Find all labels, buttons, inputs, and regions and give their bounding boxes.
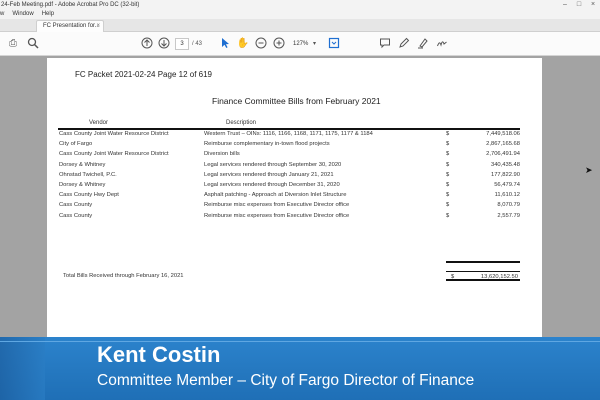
vendor-cell: Cass County Joint Water Resource Distric…: [59, 131, 169, 137]
window-controls: – □ ×: [558, 0, 600, 10]
total-amount: 13,620,152.50: [480, 274, 518, 280]
zoom-out-icon[interactable]: [254, 37, 268, 51]
packet-header: FC Packet 2021-02-24 Page 12 of 619: [75, 70, 212, 79]
table-row: Ohnstad Twichell, P.C. Legal services re…: [0, 172, 600, 181]
fit-page-icon[interactable]: [327, 37, 341, 51]
table-row: Cass County Joint Water Resource Distric…: [0, 151, 600, 160]
highlight-icon[interactable]: [416, 37, 430, 51]
mouse-cursor-icon: ➤: [585, 165, 593, 175]
total-rule: [446, 261, 520, 263]
table-row: Cass County Joint Water Resource Distric…: [0, 131, 600, 140]
currency-cell: $: [446, 151, 450, 158]
sign-icon[interactable]: [435, 37, 449, 51]
amount-cell: 2,557.79: [497, 212, 520, 219]
vendor-cell: Cass County Joint Water Resource Distric…: [59, 151, 169, 158]
currency-cell: $: [446, 192, 450, 199]
currency-cell: $: [446, 141, 450, 148]
currency-cell: $: [446, 202, 450, 209]
amount-cell: 56,479.74: [494, 182, 520, 188]
table-row: Dorsey & Whitney Legal services rendered…: [0, 162, 600, 171]
amount-cell: 7,449,518.06: [486, 131, 520, 137]
lower-third-stripe: [0, 341, 600, 342]
lower-third-accent: [0, 337, 45, 400]
description-cell: Western Trust – OINs: 1116, 1166, 1168, …: [204, 131, 373, 137]
speaker-name: Kent Costin: [97, 342, 221, 367]
chevron-down-icon[interactable]: ▾: [313, 38, 316, 50]
zoom-in-icon[interactable]: [272, 37, 286, 51]
total-label: Total Bills Received through February 16…: [63, 273, 184, 279]
vendor-cell: City of Fargo: [59, 141, 93, 148]
lower-third-banner: [0, 337, 600, 400]
tab-close-icon[interactable]: ×: [96, 21, 100, 32]
currency-cell: $: [446, 161, 450, 168]
print-icon[interactable]: ⎙: [6, 37, 20, 51]
amount-cell: 2,706,491.94: [486, 151, 520, 158]
window-titlebar: 24-Feb Meeting.pdf - Adobe Acrobat Pro D…: [0, 0, 600, 10]
table-row: Cass County Reimburse misc expenses from…: [0, 202, 600, 211]
zoom-search-icon[interactable]: [26, 37, 40, 51]
document-title: Finance Committee Bills from February 20…: [212, 96, 381, 106]
hand-icon[interactable]: ✋: [236, 37, 250, 51]
header-rule: [58, 128, 520, 130]
column-header-vendor: Vendor: [89, 120, 109, 126]
table-row: Cass County Hwy Dept Asphalt patching - …: [0, 192, 600, 201]
window-title: 24-Feb Meeting.pdf - Adobe Acrobat Pro D…: [1, 2, 140, 8]
page-total: / 43: [192, 41, 203, 47]
description-cell: Diversion bills: [204, 151, 240, 158]
vendor-cell: Dorsey & Whitney: [59, 161, 106, 168]
currency-cell: $: [446, 171, 450, 178]
description-cell: Reimburse misc expenses from Executive D…: [204, 202, 350, 209]
description-cell: Reimburse misc expenses from Executive D…: [204, 212, 350, 219]
speaker-role: Committee Member – City of Fargo Directo…: [97, 372, 475, 389]
description-cell: Legal services rendered through January …: [204, 171, 334, 178]
currency-cell: $: [446, 212, 450, 219]
total-box: $ 13,620,152.50: [446, 271, 520, 281]
vendor-cell: Cass County: [59, 202, 93, 209]
menu-item-window[interactable]: Window: [12, 10, 33, 19]
currency-cell: $: [446, 182, 450, 188]
description-cell: Asphalt patching - Approach at Diversion…: [204, 192, 347, 199]
vendor-cell: Cass County Hwy Dept: [59, 192, 119, 199]
zoom-level-select[interactable]: 127%: [293, 38, 311, 50]
menu-item-view[interactable]: w: [0, 10, 4, 19]
prev-page-icon[interactable]: [140, 37, 154, 51]
description-cell: Legal services rendered through December…: [204, 182, 340, 188]
total-row: Total Bills Received through February 16…: [0, 271, 600, 281]
amount-cell: 11,610.12: [494, 192, 520, 199]
description-cell: Legal services rendered through Septembe…: [204, 161, 342, 168]
menu-bar: w Window Help: [0, 10, 600, 19]
column-header-description: Description: [226, 120, 257, 126]
select-cursor-icon[interactable]: [218, 37, 232, 51]
tab-bar: FC Presentation for... ×: [0, 19, 600, 32]
page-number-input[interactable]: 3: [175, 38, 189, 50]
vendor-cell: Ohnstad Twichell, P.C.: [59, 171, 117, 178]
table-row: City of Fargo Reimburse complementary in…: [0, 141, 600, 150]
description-cell: Reimburse complementary in-town flood pr…: [204, 141, 330, 148]
amount-cell: 340,435.48: [490, 161, 520, 168]
amount-cell: 8,070.79: [497, 202, 520, 209]
toolbar: ⎙ 3 / 43 ✋ 127% ▾: [0, 32, 600, 56]
pen-icon[interactable]: [397, 37, 411, 51]
amount-cell: 2,867,165.68: [486, 141, 520, 148]
maximize-button[interactable]: □: [572, 0, 586, 10]
video-frame: 24-Feb Meeting.pdf - Adobe Acrobat Pro D…: [0, 0, 600, 400]
minimize-button[interactable]: –: [558, 0, 572, 10]
tab-fc-presentation[interactable]: FC Presentation for... ×: [36, 20, 104, 32]
table-row: Cass County Reimburse misc expenses from…: [0, 213, 600, 222]
currency-cell: $: [446, 131, 450, 137]
table-row: Dorsey & Whitney Legal services rendered…: [0, 182, 600, 191]
vendor-cell: Cass County: [59, 212, 93, 219]
menu-item-help[interactable]: Help: [42, 10, 54, 19]
tab-label: FC Presentation for...: [43, 23, 100, 29]
close-window-button[interactable]: ×: [586, 0, 600, 10]
next-page-icon[interactable]: [157, 37, 171, 51]
vendor-cell: Dorsey & Whitney: [59, 182, 106, 188]
amount-cell: 177,822.90: [490, 171, 520, 178]
total-currency: $: [451, 274, 455, 280]
comment-icon[interactable]: [378, 37, 392, 51]
